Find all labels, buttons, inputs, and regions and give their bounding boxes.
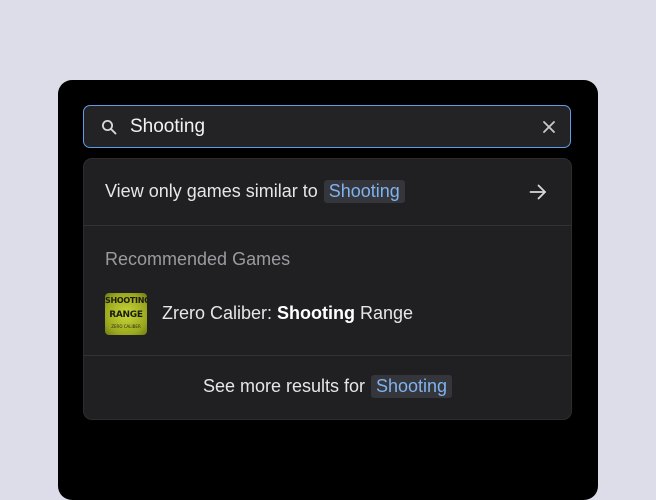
similar-prefix: View only games similar to: [105, 181, 318, 201]
see-more-prefix: See more results for: [202, 376, 365, 396]
close-icon[interactable]: [538, 116, 560, 138]
search-term-chip: Shooting: [371, 375, 453, 398]
see-more-label: See more results for Shooting: [84, 375, 571, 398]
view-similar-games-option[interactable]: View only games similar to Shooting: [84, 159, 571, 225]
divider: [84, 225, 571, 226]
game-title-suffix: Range: [355, 303, 414, 323]
search-box[interactable]: [83, 105, 571, 148]
search-suggestions-dropdown: View only games similar to Shooting Recom…: [83, 158, 572, 420]
search-input[interactable]: [130, 111, 510, 142]
game-result-item[interactable]: SHOOTING RANGE ZERO CALIBER Zrero Calibe…: [84, 289, 571, 339]
game-thumbnail: SHOOTING RANGE ZERO CALIBER: [105, 293, 147, 335]
recommended-games-heading: Recommended Games: [105, 249, 291, 269]
thumb-title-line1: SHOOTING: [105, 296, 147, 305]
game-title-match: Shooting: [277, 303, 356, 323]
see-more-results-option[interactable]: See more results for Shooting: [84, 356, 571, 419]
game-title: Zrero Caliber: Shooting Range: [162, 303, 413, 324]
thumb-title-line2: RANGE: [109, 310, 143, 320]
arrow-right-icon: [529, 184, 546, 200]
search-term-chip: Shooting: [323, 180, 405, 203]
thumb-subtitle: ZERO CALIBER: [111, 324, 141, 329]
search-icon: [102, 120, 117, 135]
game-title-prefix: Zrero Caliber:: [162, 303, 278, 323]
similar-games-label: View only games similar to Shooting: [105, 180, 405, 203]
